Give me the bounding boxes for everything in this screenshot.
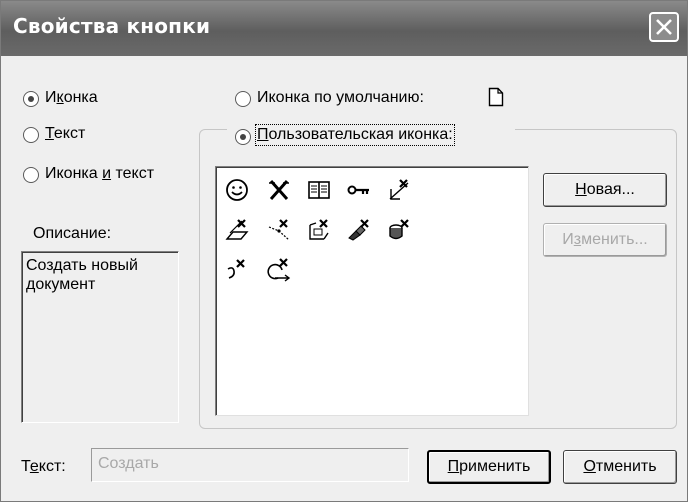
default-document-icon [488,87,504,107]
new-icon-button[interactable]: Новая... [543,173,667,207]
close-icon [656,19,672,35]
radio-icon-and-text-circle[interactable] [23,167,39,183]
custom-icon-label[interactable]: Пользовательская иконка: [255,124,455,146]
dialog-window: Свойства кнопки Иконка Текст Иконка и те… [0,0,688,502]
spiral-cross-icon[interactable] [224,257,250,283]
apply-button[interactable]: Применить [427,450,551,484]
icon-list[interactable] [215,166,529,416]
brush-cross-icon[interactable] [346,217,372,243]
line-cross-icon[interactable] [266,217,292,243]
text-field-input[interactable]: Создать [91,448,409,482]
text-field-label: Текст: [21,458,66,475]
radio-icon-mode-circle[interactable] [23,91,39,107]
window-title: Свойства кнопки [13,14,211,38]
description-box: Создать новый документ [21,251,179,423]
radio-default-icon[interactable] [235,91,251,107]
radio-icon-mode-label[interactable]: Иконка [45,89,98,107]
radio-custom-icon[interactable] [235,129,251,145]
cancel-button[interactable]: Отменить [563,450,677,484]
radio-text-mode-label[interactable]: Текст [45,125,85,143]
frame-cross-icon[interactable] [306,217,332,243]
cylinder-cross-icon[interactable] [386,217,412,243]
radio-text-mode-circle[interactable] [23,127,39,143]
edit-icon-button[interactable]: Изменить... [543,223,667,257]
title-bar[interactable]: Свойства кнопки [1,1,687,56]
axis-cross-icon[interactable] [386,177,412,203]
default-icon-label[interactable]: Иконка по умолчанию: [257,89,424,107]
description-label: Описание: [33,225,112,242]
book-icon[interactable] [306,177,332,203]
radio-icon-and-text-label[interactable]: Иконка и текст [45,165,154,183]
key-icon[interactable] [346,177,372,203]
close-button[interactable] [649,12,679,42]
rotate-cross-icon[interactable] [266,257,292,283]
cross-tool-icon[interactable] [266,177,292,203]
plane-cross-icon[interactable] [224,217,250,243]
smiley-icon[interactable] [224,177,250,203]
